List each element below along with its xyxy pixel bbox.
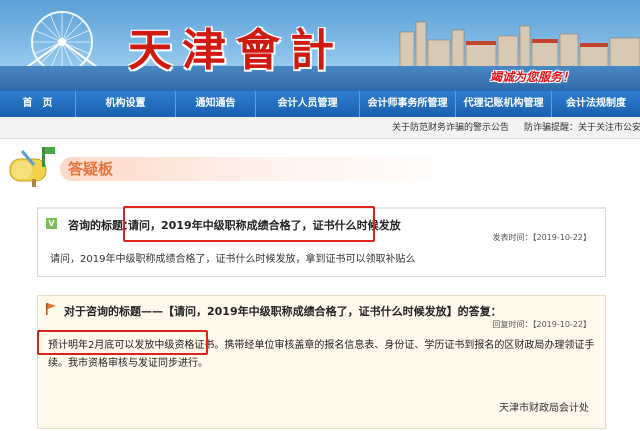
answer-label: 对于咨询的标题——【请问，2019年中级职称成绩合格了，证书什么时候发放】的答复… xyxy=(64,305,502,318)
nav-item-accountants[interactable]: 会计人员管理 xyxy=(256,91,360,117)
site-title: 天津會計 xyxy=(128,25,344,76)
site-banner: 天津會計 竭诚为您服务！ xyxy=(0,0,640,91)
board-title: 答疑板 xyxy=(68,160,114,178)
news-ticker: 关于防范财务诈骗的警示公告 防诈骗提醒：关于关注市公安局 xyxy=(0,117,640,139)
nav-item-organization[interactable]: 机构设置 xyxy=(76,91,176,117)
answer-signature: 天津市财政局会计处 xyxy=(499,403,589,414)
nav-item-regulations[interactable]: 会计法规制度 xyxy=(552,91,640,117)
ticker-link-1[interactable]: 关于防范财务诈骗的警示公告 xyxy=(392,117,509,139)
highlight-box-answer xyxy=(37,330,208,355)
main-nav: 首 页 机构设置 通知通告 会计人员管理 会计师事务所管理 代理记账机构管理 会… xyxy=(0,91,640,117)
ticker-link-2[interactable]: 防诈骗提醒：关于关注市公安局 xyxy=(524,117,640,139)
question-body: 请问，2019年中级职称成绩合格了，证书什么时候发放，拿到证书可以领取补贴么 xyxy=(50,254,416,265)
answer-panel: 对于咨询的标题——【请问，2019年中级职称成绩合格了，证书什么时候发放】的答复… xyxy=(37,295,606,429)
site-slogan: 竭诚为您服务！ xyxy=(490,70,575,84)
question-mark-icon: V xyxy=(46,218,57,229)
nav-item-home[interactable]: 首 页 xyxy=(0,91,76,117)
nav-item-bookkeeping[interactable]: 代理记账机构管理 xyxy=(456,91,552,117)
question-date: 发表时间：【2019-10-22】 xyxy=(492,233,592,242)
mailbox-icon xyxy=(9,147,55,187)
answer-date: 回复时间：【2019-10-22】 xyxy=(492,320,592,329)
highlight-box-question xyxy=(123,206,375,242)
board-header: 答疑板 xyxy=(0,143,640,188)
board-title-bar xyxy=(60,157,630,181)
nav-item-notices[interactable]: 通知通告 xyxy=(176,91,256,117)
flag-icon xyxy=(46,303,56,315)
nav-item-firms[interactable]: 会计师事务所管理 xyxy=(360,91,456,117)
